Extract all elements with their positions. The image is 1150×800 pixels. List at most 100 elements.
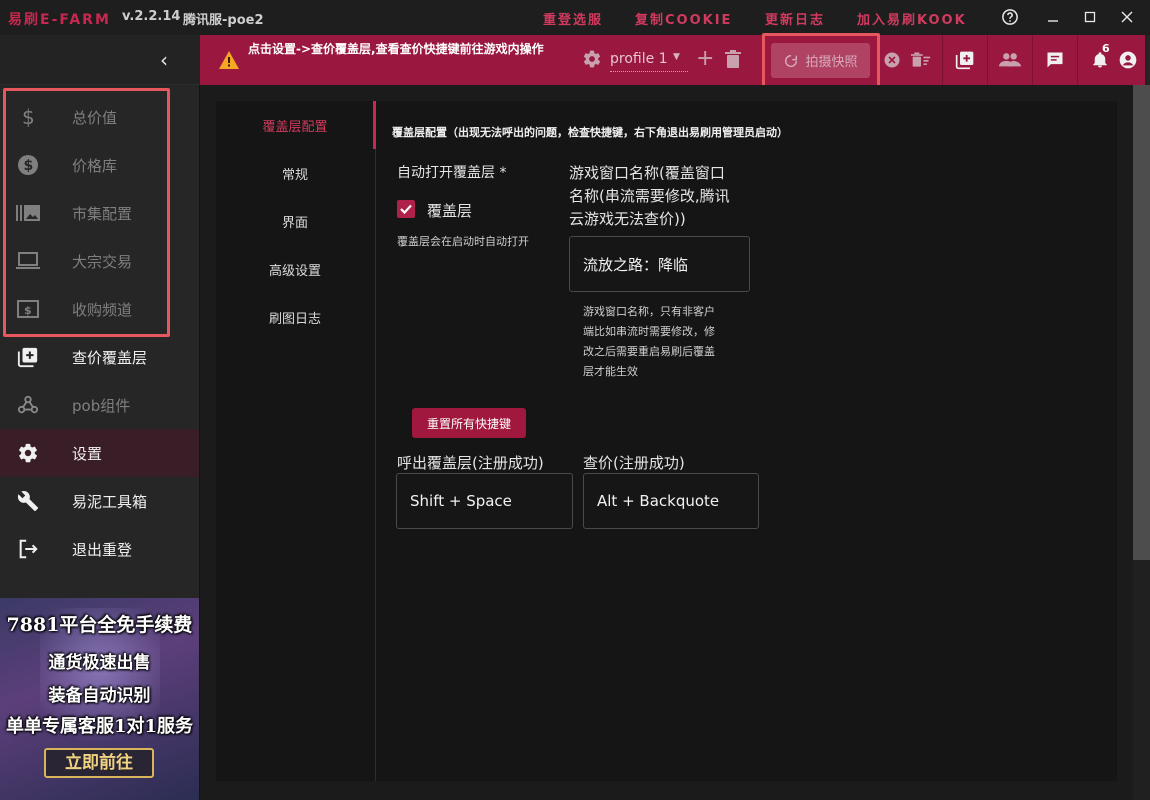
hotkey-open-value: Shift + Space bbox=[410, 492, 512, 510]
app-name: 易刷E-FARM bbox=[8, 12, 111, 28]
section-title: 覆盖层配置（出现无法呼出的问题，检查快捷键，右下角退出易刷用管理员启动） bbox=[392, 126, 788, 139]
sidebar-item-settings[interactable]: 设置 bbox=[0, 429, 199, 477]
auto-open-label: 自动打开覆盖层 * bbox=[397, 165, 507, 181]
close-icon[interactable] bbox=[1116, 6, 1138, 28]
logout-icon bbox=[16, 537, 40, 561]
sidebar-item-logout[interactable]: 退出重登 bbox=[0, 525, 199, 573]
copy-cookie-link[interactable]: 复制COOKIE bbox=[635, 9, 732, 28]
window-name-label-line: 云游戏无法查价)) bbox=[569, 210, 686, 228]
account-icon[interactable] bbox=[1116, 35, 1140, 85]
sidebar-item-label: 退出重登 bbox=[72, 541, 133, 559]
hotkey-open-input[interactable]: Shift + Space bbox=[396, 473, 573, 529]
subnav-farm-log[interactable]: 刷图日志 bbox=[216, 308, 374, 327]
hotkey-price-input[interactable]: Alt + Backquote bbox=[583, 473, 759, 529]
promo-line: 装备自动识别 bbox=[48, 686, 151, 706]
promo-banner[interactable]: 7881平台全免手续费 通货极速出售 装备自动识别 单单专属客服1对1服务 立即… bbox=[0, 598, 199, 800]
add-profile-icon[interactable]: + bbox=[696, 46, 714, 71]
sidebar-item-price-overlay[interactable]: 查价覆盖层 bbox=[0, 333, 199, 381]
subnav-advanced[interactable]: 高级设置 bbox=[216, 260, 374, 279]
promo-line: 7881平台全免手续费 bbox=[6, 614, 193, 636]
hotkey-open-label: 呼出覆盖层(注册成功) bbox=[397, 454, 544, 472]
join-kook-link[interactable]: 加入易刷KOOK bbox=[857, 9, 967, 28]
sidebar-item-label: 价格库 bbox=[72, 157, 118, 175]
delete-sweep-icon[interactable] bbox=[908, 35, 934, 85]
window-name-label-line: 游戏窗口名称(覆盖窗口 bbox=[569, 164, 725, 182]
relogin-server-link[interactable]: 重登选服 bbox=[543, 9, 603, 28]
add-box-icon[interactable] bbox=[943, 35, 987, 85]
overlay-hint: 覆盖层会在启动时自动打开 bbox=[397, 235, 529, 248]
subnav-general[interactable]: 常规 bbox=[216, 164, 374, 183]
sidebar-item-label: 易泥工具箱 bbox=[72, 493, 148, 511]
svg-text:$: $ bbox=[22, 106, 35, 128]
window-name-label: 游戏窗口名称(覆盖窗口 名称(串流需要修改,腾讯 云游戏无法查价)) bbox=[569, 162, 730, 231]
sidebar-item-label: pob组件 bbox=[72, 397, 131, 415]
sidebar-item-label: 市集配置 bbox=[72, 205, 133, 223]
window-name-hint: 游戏窗口名称，只有非客户 端比如串流时需要修改，修 改之后需要重启易刷后覆盖 层… bbox=[583, 302, 715, 382]
help-icon[interactable] bbox=[999, 6, 1021, 28]
chat-icon[interactable] bbox=[1033, 35, 1077, 85]
warning-icon bbox=[218, 50, 240, 70]
subnav-overlay-config[interactable]: 覆盖层配置 bbox=[216, 116, 374, 135]
app-version: v.2.2.14 bbox=[122, 9, 181, 24]
profile-value: profile 1 bbox=[610, 51, 668, 67]
sidebar-item-total-value[interactable]: $ 总价值 bbox=[0, 93, 199, 141]
snapshot-label: 拍摄快照 bbox=[805, 55, 858, 70]
subnav-divider bbox=[375, 101, 376, 781]
window-name-hint-line: 层才能生效 bbox=[583, 365, 638, 378]
snapshot-button[interactable]: 拍摄快照 bbox=[771, 43, 870, 78]
hotkey-price-label: 查价(注册成功) bbox=[583, 454, 685, 472]
promo-go-button[interactable]: 立即前往 bbox=[44, 748, 154, 778]
sidebar-item-price-library[interactable]: $ 价格库 bbox=[0, 141, 199, 189]
scrollbar-thumb[interactable] bbox=[1133, 85, 1150, 560]
sidebar-item-label: 设置 bbox=[72, 445, 103, 463]
group-icon[interactable] bbox=[988, 35, 1032, 85]
notice-text: 点击设置->查价覆盖层,查看查价快捷键前往游戏内操作 bbox=[248, 42, 544, 56]
server-name: 腾讯服-poe2 bbox=[183, 13, 264, 28]
refresh-icon bbox=[785, 54, 798, 67]
money-bill-icon: $ bbox=[16, 297, 40, 321]
hotkey-price-value: Alt + Backquote bbox=[597, 492, 720, 510]
sidebar-item-pob[interactable]: pob组件 bbox=[0, 381, 199, 429]
svg-text:$: $ bbox=[24, 158, 34, 174]
window-name-hint-line: 端比如串流时需要修改，修 bbox=[583, 325, 715, 338]
subnav-interface[interactable]: 界面 bbox=[216, 212, 374, 231]
laptop-icon bbox=[16, 249, 40, 273]
sidebar-item-label: 收购频道 bbox=[72, 301, 133, 319]
clear-circle-icon[interactable] bbox=[880, 35, 904, 85]
overlay-checkbox-label: 覆盖层 bbox=[427, 202, 473, 220]
webhook-icon bbox=[16, 393, 40, 417]
sidebar-item-label: 大宗交易 bbox=[72, 253, 133, 271]
add-box-icon bbox=[16, 345, 40, 369]
sidebar-item-bulk-trade[interactable]: 大宗交易 bbox=[0, 237, 199, 285]
changelog-link[interactable]: 更新日志 bbox=[765, 9, 825, 28]
profile-select[interactable]: profile 1 ▼ bbox=[610, 48, 688, 72]
overlay-checkbox[interactable] bbox=[397, 200, 415, 218]
notification-badge: 6 bbox=[1102, 42, 1110, 55]
sidebar-item-toolbox[interactable]: 易泥工具箱 bbox=[0, 477, 199, 525]
promo-line: 单单专属客服1对1服务 bbox=[5, 716, 194, 737]
sidebar-item-label: 查价覆盖层 bbox=[72, 349, 148, 367]
wrench-icon bbox=[16, 489, 40, 513]
window-name-label-line: 名称(串流需要修改,腾讯 bbox=[569, 187, 730, 205]
profile-gear-icon[interactable] bbox=[582, 49, 602, 69]
dollar-circle-icon: $ bbox=[16, 153, 40, 177]
check-icon bbox=[400, 204, 412, 215]
window-name-hint-line: 游戏窗口名称，只有非客户 bbox=[583, 305, 715, 318]
sidebar-collapse-area: ‹ bbox=[0, 35, 200, 85]
window-name-hint-line: 改之后需要重启易刷后覆盖 bbox=[583, 345, 715, 358]
dollar-icon: $ bbox=[16, 105, 40, 129]
chevron-left-icon[interactable]: ‹ bbox=[160, 48, 168, 72]
window-name-input[interactable]: 流放之路：降临 bbox=[569, 236, 750, 292]
title-bar: 易刷E-FARM v.2.2.14 腾讯服-poe2 重登选服 复制COOKIE… bbox=[0, 0, 1150, 35]
minimize-icon[interactable] bbox=[1042, 6, 1064, 28]
maximize-icon[interactable] bbox=[1079, 6, 1101, 28]
window-name-value: 流放之路：降临 bbox=[583, 255, 689, 274]
reset-hotkeys-button[interactable]: 重置所有快捷键 bbox=[412, 408, 526, 438]
caret-down-icon: ▼ bbox=[673, 52, 680, 62]
sidebar-item-purchase-channel[interactable]: $ 收购频道 bbox=[0, 285, 199, 333]
sidebar-item-market-config[interactable]: 市集配置 bbox=[0, 189, 199, 237]
promo-line: 通货极速出售 bbox=[48, 653, 151, 673]
delete-profile-icon[interactable] bbox=[725, 50, 743, 70]
svg-text:$: $ bbox=[24, 304, 32, 317]
gallery-icon bbox=[16, 201, 40, 225]
